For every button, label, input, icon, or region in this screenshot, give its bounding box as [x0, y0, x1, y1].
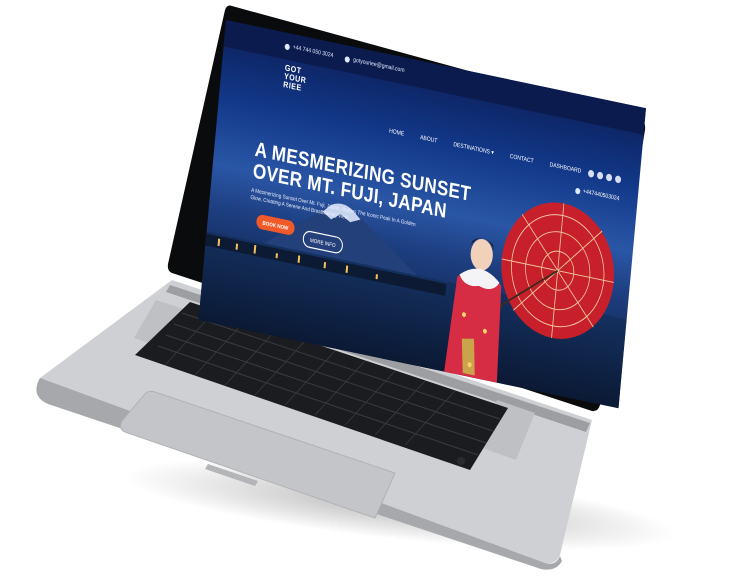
- facebook-icon[interactable]: [587, 169, 595, 178]
- laptop-mockup-scene: +44 744 050 3024 gotyouriee@gmail.com GO…: [0, 0, 735, 581]
- main-nav: HOME ABOUT DESTINATIONS ▾ CONTACT DASHBO…: [389, 128, 582, 176]
- topbar-phone[interactable]: +44 744 050 3024: [284, 42, 334, 60]
- nav-item-about[interactable]: ABOUT: [420, 134, 438, 145]
- email-icon: [344, 55, 351, 63]
- instagram-icon[interactable]: [605, 173, 613, 182]
- header-phone[interactable]: +447440503024: [574, 186, 620, 203]
- twitter-icon[interactable]: [596, 171, 604, 180]
- phone-icon: [574, 186, 581, 194]
- nav-item-dashboard[interactable]: DASHBOARD: [549, 161, 581, 175]
- nav-item-destinations[interactable]: DESTINATIONS ▾: [453, 141, 494, 157]
- social-links: [587, 169, 622, 184]
- topbar-email[interactable]: gotyouriee@gmail.com: [344, 55, 405, 75]
- topbar-email-text: gotyouriee@gmail.com: [352, 56, 405, 75]
- header-phone-text: +447440503024: [582, 187, 620, 203]
- nav-item-home[interactable]: HOME: [389, 128, 405, 138]
- nav-item-contact[interactable]: CONTACT: [509, 153, 533, 165]
- youtube-icon[interactable]: [614, 175, 622, 184]
- site-logo[interactable]: GOT YOUR RIEE: [283, 64, 325, 98]
- topbar-phone-text: +44 744 050 3024: [292, 43, 334, 60]
- phone-icon: [284, 42, 291, 50]
